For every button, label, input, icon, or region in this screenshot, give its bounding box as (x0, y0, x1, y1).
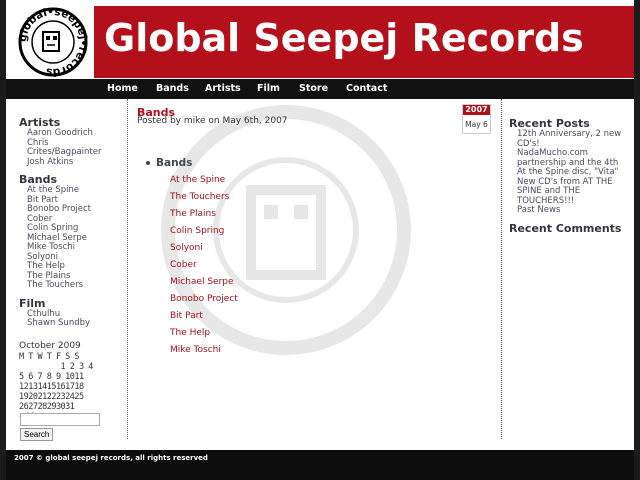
calendar-week[interactable]: 5 6 7 8 9 1011 (19, 372, 119, 382)
band-link[interactable]: At the Spine (27, 185, 79, 195)
main-nav: Home Bands Artists Film Store Contact (6, 79, 634, 99)
band-list-item[interactable]: At the Spine (170, 175, 238, 192)
list-item: Josh Atkins (27, 157, 123, 168)
list-item: Shawn Sundby (27, 318, 123, 329)
footer: 2007 © global seepej records, all rights… (6, 450, 634, 480)
post-meta: Posted by mike on May 6th, 2007 (137, 116, 288, 126)
artists-list: Aaron Goodrich Chris Crites/Bagpainter J… (19, 128, 123, 168)
calendar-title: October 2009 (19, 341, 81, 351)
column-divider (501, 99, 502, 439)
nav-item-home[interactable]: Home (107, 83, 138, 94)
band-list-heading-label: Bands (156, 157, 193, 169)
list-item: Past News (517, 205, 629, 216)
band-list-item[interactable]: Cober (170, 260, 238, 277)
footer-text: 2007 © global seepej records, all rights… (14, 454, 208, 462)
band-link[interactable]: The Plains (27, 271, 70, 281)
band-list-item[interactable]: Solyoni (170, 243, 238, 260)
recent-comments-heading: Recent Comments (509, 221, 622, 235)
recent-post-link[interactable]: Past News (517, 205, 560, 215)
band-list-item[interactable]: Bonobo Project (170, 294, 238, 311)
recent-post-link[interactable]: NadaMucho.com partnership and the 4th At… (517, 148, 618, 177)
nav-item-bands[interactable]: Bands (156, 83, 189, 94)
date-day: May 6 (465, 120, 488, 129)
calendar-week[interactable]: 19202122232425 (19, 392, 119, 402)
bullet-icon (146, 161, 150, 165)
band-list-item[interactable]: The Plains (170, 209, 238, 226)
nav-item-artists[interactable]: Artists (205, 83, 241, 94)
left-sidebar: Artists Aaron Goodrich Chris Crites/Bagp… (19, 116, 123, 335)
band-link[interactable]: The Help (27, 261, 65, 271)
artist-link[interactable]: Josh Atkins (27, 157, 73, 167)
band-link[interactable]: Colin Spring (27, 223, 78, 233)
right-sidebar: Recent Posts 12th Anniversary, 2 new CD'… (509, 117, 629, 235)
band-list-item[interactable]: Mike Toschi (170, 345, 238, 362)
band-link[interactable]: The Touchers (27, 280, 83, 290)
list-item: New CD's from AT THE SPINE and THE TOUCH… (517, 177, 629, 207)
bands-list: At the Spine Bit Part Bonobo Project Cob… (19, 185, 123, 291)
column-divider (127, 99, 128, 439)
calendar-week[interactable]: 12131415161718 (19, 382, 119, 392)
nav-item-contact[interactable]: Contact (346, 83, 387, 94)
band-link[interactable]: Bonobo Project (27, 204, 91, 214)
recent-posts-list: 12th Anniversary, 2 new CD's! NadaMucho.… (509, 129, 629, 216)
list-item: NadaMucho.com partnership and the 4th At… (517, 148, 629, 178)
calendar: October 2009 M T W T F S S 1 2 3 4 5 6 7… (19, 341, 119, 422)
nav-item-store[interactable]: Store (299, 83, 328, 94)
band-list-item[interactable]: Michael Serpe (170, 277, 238, 294)
recent-post-link[interactable]: 12th Anniversary, 2 new CD's! (517, 129, 621, 149)
header: global•seepej•records Global Seepej Reco… (6, 0, 634, 79)
calendar-week[interactable]: 1 2 3 4 (19, 362, 119, 372)
site-banner: Global Seepej Records (94, 6, 634, 78)
recent-post-link[interactable]: New CD's from AT THE SPINE and THE TOUCH… (517, 177, 613, 206)
band-list-heading: Bands (146, 157, 192, 169)
list-item: 12th Anniversary, 2 new CD's! (517, 129, 629, 149)
artist-link[interactable]: Aaron Goodrich (27, 128, 93, 138)
date-badge: 2007 May 6 (462, 104, 491, 134)
nav-item-film[interactable]: Film (257, 83, 280, 94)
band-list-item[interactable]: The Touchers (170, 192, 238, 209)
band-link[interactable]: Bit Part (27, 195, 58, 205)
calendar-week[interactable]: 262728293031 (19, 402, 119, 412)
band-link[interactable]: Cober (27, 214, 52, 224)
band-list-item[interactable]: The Help (170, 328, 238, 345)
artist-link[interactable]: Crites/Bagpainter (27, 147, 102, 157)
logo-seal-icon: global•seepej•records (17, 6, 89, 78)
calendar-weekdays: M T W T F S S (19, 352, 80, 362)
site-title[interactable]: Global Seepej Records (104, 16, 584, 60)
film-link[interactable]: Cthulhu (27, 309, 60, 319)
date-year: 2007 (463, 105, 490, 115)
band-list-item[interactable]: Colin Spring (170, 226, 238, 243)
artist-link[interactable]: Chris (27, 138, 49, 148)
logo[interactable]: global•seepej•records (13, 6, 93, 78)
band-link[interactable]: Mike Toschi (27, 242, 75, 252)
band-link[interactable]: Solyoni (27, 252, 58, 262)
band-link[interactable]: Michael Serpe (27, 233, 87, 243)
list-item: The Touchers (27, 280, 123, 291)
film-list: Cthulhu Shawn Sundby (19, 309, 123, 329)
page: global•seepej•records Global Seepej Reco… (6, 0, 634, 480)
band-list: At the Spine The Touchers The Plains Col… (170, 175, 238, 362)
search-button[interactable]: Search (20, 428, 54, 441)
band-list-item[interactable]: Bit Part (170, 311, 238, 328)
search-input[interactable] (20, 413, 100, 426)
film-link[interactable]: Shawn Sundby (27, 318, 90, 328)
